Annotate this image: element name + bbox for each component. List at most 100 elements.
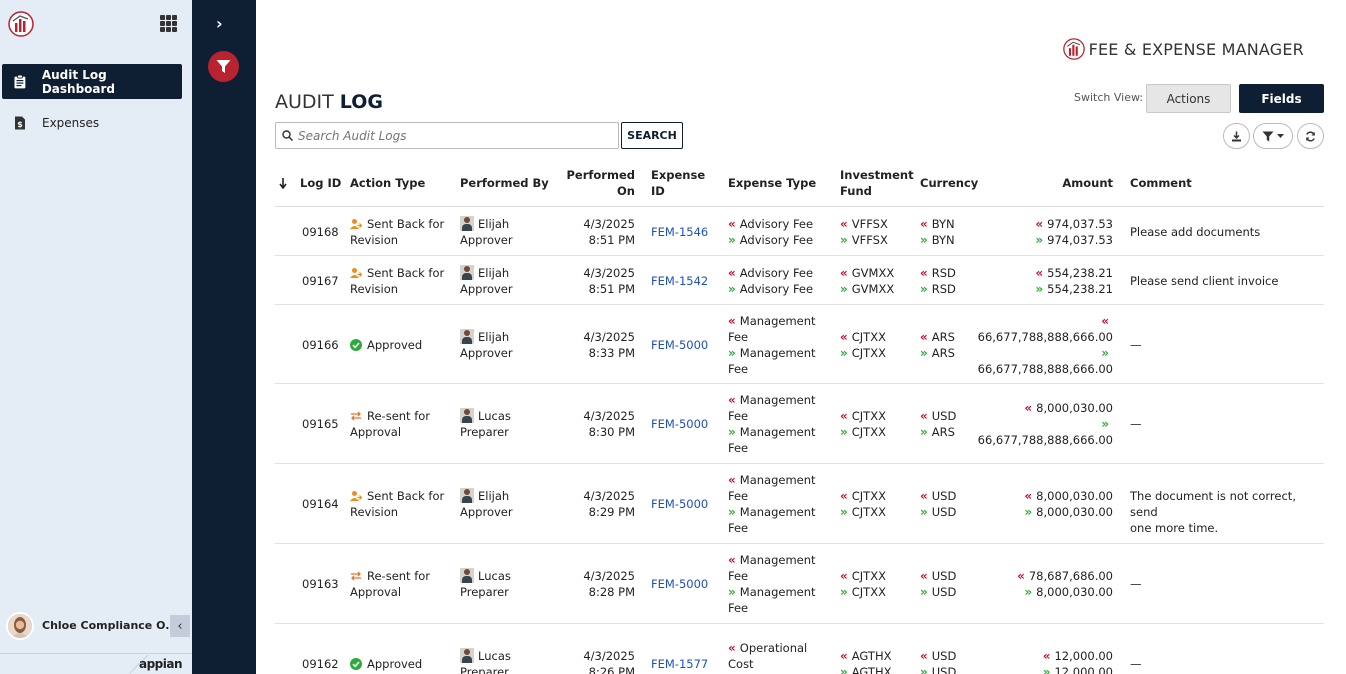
user-avatar[interactable] — [6, 612, 34, 640]
col-header-log-id[interactable]: Log ID — [300, 175, 341, 191]
col-header-comment[interactable]: Comment — [1130, 175, 1192, 191]
col-header-performed-on[interactable]: Performed On — [565, 167, 636, 199]
table-row[interactable]: 09163 Re-sent for Approval Lucas Preparer 4/3… — [275, 544, 1324, 624]
table-row[interactable]: 09167 Sent Back for Revision Elijah Approver… — [275, 256, 1324, 305]
expense-id-link[interactable]: FEM-5000 — [651, 496, 708, 512]
action-label-line2: Revision — [350, 233, 399, 247]
user-name[interactable]: Chloe Compliance O... — [42, 619, 178, 632]
expense-type-text: Management — [739, 314, 816, 328]
double-chevron-right-icon: » — [840, 346, 848, 360]
table-row[interactable]: 09164 Sent Back for Revision Elijah Approver… — [275, 464, 1324, 544]
currency-cell: «USD» USD — [920, 568, 956, 600]
fund-code: CJTXX — [851, 409, 886, 423]
performed-on-cell: 4/3/2025 8:26 PM — [565, 648, 635, 674]
date: 4/3/2025 — [583, 649, 635, 663]
main-content: FEE & EXPENSE MANAGER AUDIT LOG Switch V… — [256, 0, 1346, 674]
action-line: Sent Back for — [350, 265, 450, 281]
new-value: » Management — [728, 584, 828, 600]
performer-line: Elijah — [460, 265, 550, 281]
performer-name[interactable]: Elijah — [478, 266, 509, 280]
action-type-cell: Re-sent for Approval — [350, 568, 450, 600]
expense-id-link[interactable]: FEM-5000 — [651, 337, 708, 353]
table-row[interactable]: 09166 Approved Elijah Approver 4/3/2025 8:33 … — [275, 305, 1324, 384]
performer-name[interactable]: Lucas — [478, 649, 511, 663]
col-header-performed-by[interactable]: Performed By — [460, 175, 549, 191]
action-label: Sent Back for — [367, 217, 445, 231]
sort-down-icon[interactable] — [279, 177, 287, 193]
table-row[interactable]: 09162 Approved Lucas Preparer 4/3/2025 8:26 P… — [275, 624, 1324, 674]
fund-code: VFFSX — [851, 233, 888, 247]
sidebar-item-expenses[interactable]: $ Expenses — [2, 105, 182, 140]
app-logo-icon[interactable] — [8, 11, 34, 37]
double-chevron-right-icon: » — [728, 282, 736, 296]
comment-cell: Please add documents — [1130, 224, 1320, 240]
currency-cell: «USD» USD — [920, 488, 956, 520]
action-type-cell: Approved — [350, 337, 450, 353]
download-icon — [1232, 131, 1241, 141]
expense-id-link[interactable]: FEM-5000 — [651, 576, 708, 592]
performer-name[interactable]: Lucas — [478, 409, 511, 423]
col-header-expense-id[interactable]: Expense ID — [651, 167, 705, 199]
new-value: » CJTXX — [840, 345, 886, 361]
old-value: «USD — [920, 568, 956, 584]
table-row[interactable]: 09165 Re-sent for Approval Lucas Preparer 4/3… — [275, 384, 1324, 464]
person-photo-icon — [460, 216, 474, 231]
log-id: 09166 — [302, 338, 339, 352]
app-launcher-icon[interactable] — [160, 15, 177, 32]
performer-name[interactable]: Lucas — [478, 569, 511, 583]
performed-by-cell: Lucas Preparer — [460, 568, 550, 600]
double-chevron-right-icon: » — [1042, 665, 1051, 674]
user-bar: Chloe Compliance O... ‹ — [0, 610, 192, 644]
download-button[interactable] — [1223, 123, 1250, 149]
person-photo-icon — [460, 408, 474, 423]
expense-id-link[interactable]: FEM-1546 — [651, 224, 708, 240]
performer-name[interactable]: Elijah — [478, 330, 509, 344]
refresh-button[interactable] — [1297, 123, 1324, 149]
search-button[interactable]: SEARCH — [621, 122, 683, 149]
new-value: » ARS — [920, 424, 956, 440]
new-value: » Management — [728, 504, 828, 520]
person-photo-icon — [460, 265, 474, 280]
old-value: «8,000,030.00 — [975, 488, 1113, 504]
expense-type-text: Fee — [728, 489, 749, 503]
currency-code: USD — [931, 505, 957, 519]
double-chevron-right-icon: » — [728, 505, 736, 519]
col-header-investment-fund[interactable]: Investment Fund — [840, 167, 914, 199]
time: 8:51 PM — [588, 233, 635, 247]
person-photo-icon — [460, 329, 474, 344]
expense-id-link[interactable]: FEM-1542 — [651, 273, 708, 289]
col-header-action-type[interactable]: Action Type — [350, 175, 425, 191]
currency-cell: «RSD» RSD — [920, 265, 956, 297]
fund-code: AGTHX — [851, 665, 892, 674]
fund-code: CJTXX — [851, 425, 886, 439]
performer-name[interactable]: Elijah — [478, 217, 509, 231]
filter-panel-button[interactable] — [208, 51, 239, 82]
col-header-amount[interactable]: Amount — [1035, 175, 1113, 191]
expense-id-link[interactable]: FEM-1577 — [651, 656, 708, 672]
old-value: «AGTHX — [840, 648, 891, 664]
expand-panel-button[interactable]: › — [216, 14, 223, 33]
fields-view-button[interactable]: Fields — [1239, 84, 1324, 113]
sidebar-item-audit-log-dashboard[interactable]: Audit Log Dashboard — [2, 64, 182, 99]
search-input[interactable] — [298, 128, 608, 143]
collapse-sidebar-button[interactable]: ‹ — [170, 615, 190, 637]
currency-cell: «BYN» BYN — [920, 216, 955, 248]
resend-icon — [351, 411, 361, 421]
page-title-bold: LOG — [339, 91, 383, 113]
col-header-expense-type[interactable]: Expense Type — [728, 175, 816, 191]
amount-text: 78,687,686.00 — [1028, 569, 1113, 583]
expense-id-link[interactable]: FEM-5000 — [651, 416, 708, 432]
action-label-line2: Approval — [350, 585, 402, 599]
double-chevron-left-icon: « — [920, 569, 928, 583]
performer-name[interactable]: Elijah — [478, 489, 509, 503]
performed-on-cell: 4/3/2025 8:28 PM — [565, 568, 635, 600]
old-value: Fee — [728, 329, 828, 345]
actions-view-button[interactable]: Actions — [1146, 84, 1231, 113]
action-type-cell: Sent Back for Revision — [350, 265, 450, 297]
col-header-currency[interactable]: Currency — [920, 175, 978, 191]
table-row[interactable]: 09168 Sent Back for Revision Elijah Approver… — [275, 207, 1324, 256]
amount-text: 66,677,788,888,666.00 — [977, 433, 1113, 447]
search-box[interactable] — [275, 122, 619, 149]
double-chevron-right-icon: » — [920, 346, 928, 360]
filter-dropdown-button[interactable] — [1253, 123, 1293, 149]
